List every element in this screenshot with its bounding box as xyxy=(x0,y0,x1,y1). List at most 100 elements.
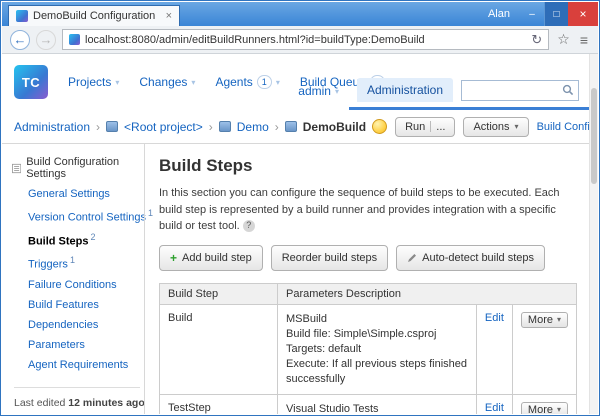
chevron-down-icon: ▾ xyxy=(557,405,561,414)
edit-link[interactable]: Edit xyxy=(485,312,504,324)
settings-tree-icon xyxy=(12,163,21,174)
chevron-down-icon: ▾ xyxy=(115,78,119,87)
teamcity-header: TC Projects ▾ Changes ▾ Agents 1 ▾ Build… xyxy=(2,54,589,110)
back-button[interactable]: ← xyxy=(10,30,30,50)
user-menu-link[interactable]: admin ▾ xyxy=(298,84,339,98)
section-description: In this section you can configure the se… xyxy=(159,185,577,235)
table-row: Build MSBuild Build file: Simple\Simple.… xyxy=(160,304,577,394)
header-right: admin ▾ Administration xyxy=(298,78,589,110)
actions-label: Actions xyxy=(473,121,509,133)
run-label: Run xyxy=(405,121,425,133)
url-box[interactable]: ↻ xyxy=(62,29,549,50)
chevron-down-icon: ▾ xyxy=(335,87,339,96)
nav-label: Projects xyxy=(68,75,111,89)
edit-link[interactable]: Edit xyxy=(485,402,504,414)
forward-button[interactable]: → xyxy=(36,30,56,50)
sidebar-item-triggers[interactable]: Triggers1 xyxy=(28,255,140,271)
nav-changes[interactable]: Changes ▾ xyxy=(139,75,195,89)
sidebar-title: Build Configuration Settings xyxy=(12,156,140,180)
window-titlebar[interactable]: DemoBuild Configuration × Alan – □ × xyxy=(2,2,598,26)
main-content: Build Steps In this section you can conf… xyxy=(144,144,589,414)
minimize-button[interactable]: – xyxy=(520,2,544,26)
search-input[interactable] xyxy=(466,84,562,96)
sidebar-item-general-settings[interactable]: General Settings xyxy=(28,188,140,200)
table-header-row: Build Step Parameters Description xyxy=(160,283,577,304)
hint-lightbulb-icon[interactable] xyxy=(372,119,387,134)
chevron-down-icon: ▾ xyxy=(191,78,195,87)
step-param-line: Visual Studio Tests xyxy=(286,402,468,415)
breadcrumb-actions: Run ... Actions ▾ Build Configuration Ho… xyxy=(372,117,589,137)
breadcrumb-administration[interactable]: Administration xyxy=(14,120,90,134)
tab-administration[interactable]: Administration xyxy=(357,78,453,102)
step-name: Build xyxy=(160,304,278,394)
step-param-line: Build file: Simple\Simple.csproj xyxy=(286,327,468,342)
sidebar-item-agent-requirements[interactable]: Agent Requirements xyxy=(28,359,140,371)
sidebar-item-dependencies[interactable]: Dependencies xyxy=(28,319,140,331)
build-config-home-link[interactable]: Build Configuration Home xyxy=(537,121,589,133)
breadcrumb-demobuild: DemoBuild xyxy=(303,120,366,134)
scrollbar-thumb[interactable] xyxy=(591,88,597,184)
search-icon xyxy=(562,84,574,96)
more-button[interactable]: More ▾ xyxy=(521,312,568,328)
button-divider xyxy=(430,121,431,132)
reorder-build-steps-button[interactable]: Reorder build steps xyxy=(271,245,388,271)
refresh-icon[interactable]: ↻ xyxy=(531,32,542,48)
nav-projects[interactable]: Projects ▾ xyxy=(68,75,119,89)
build-config-icon xyxy=(285,121,297,132)
nav-agents[interactable]: Agents 1 ▾ xyxy=(215,75,279,89)
nav-label: Changes xyxy=(139,75,187,89)
step-more-cell: More ▾ xyxy=(512,304,576,394)
step-parameters: MSBuild Build file: Simple\Simple.csproj… xyxy=(278,304,477,394)
sidebar-item-parameters[interactable]: Parameters xyxy=(28,339,140,351)
count-badge: 1 xyxy=(70,255,75,265)
breadcrumb-demo[interactable]: Demo xyxy=(237,120,269,134)
nav-label: Agents xyxy=(215,75,252,89)
last-edited-by: by admin xyxy=(14,413,57,414)
step-param-line: MSBuild xyxy=(286,312,468,327)
sidebar-item-build-features[interactable]: Build Features xyxy=(28,299,140,311)
sidebar-item-failure-conditions[interactable]: Failure Conditions xyxy=(28,279,140,291)
add-build-step-button[interactable]: + Add build step xyxy=(159,245,263,271)
browser-window: DemoBuild Configuration × Alan – □ × ← →… xyxy=(0,0,600,416)
sidebar-item-build-steps[interactable]: Build Steps2 xyxy=(28,232,140,248)
browser-addressbar: ← → ↻ ☆ ≡ xyxy=(2,26,598,54)
admin-tab-group: Administration xyxy=(349,78,589,110)
favorites-star-icon[interactable]: ☆ xyxy=(555,31,572,48)
auto-detect-build-steps-button[interactable]: Auto-detect build steps xyxy=(396,245,545,271)
project-icon xyxy=(219,121,231,132)
more-button[interactable]: More ▾ xyxy=(521,402,568,415)
settings-sidebar: Build Configuration Settings General Set… xyxy=(2,144,144,414)
site-favicon-icon xyxy=(69,34,80,45)
agents-count-badge: 1 xyxy=(257,75,272,89)
restore-button[interactable]: □ xyxy=(544,2,568,26)
tab-close-icon[interactable]: × xyxy=(166,10,172,22)
sidebar-item-version-control-settings[interactable]: Version Control Settings1 xyxy=(28,208,140,224)
view-history-link[interactable]: (view history) xyxy=(60,413,122,414)
chevron-down-icon: ▾ xyxy=(557,315,561,324)
column-header-parameters: Parameters Description xyxy=(278,283,577,304)
page-scrollbar[interactable] xyxy=(589,54,598,414)
step-edit-cell: Edit xyxy=(476,304,512,394)
column-header-build-step: Build Step xyxy=(160,283,278,304)
close-button[interactable]: × xyxy=(568,2,598,26)
teamcity-favicon-icon xyxy=(16,10,28,22)
url-input[interactable] xyxy=(85,34,526,46)
help-icon[interactable]: ? xyxy=(243,220,255,232)
run-button[interactable]: Run ... xyxy=(395,117,455,137)
breadcrumb-separator: › xyxy=(96,120,100,134)
chevron-down-icon: ▾ xyxy=(515,122,519,131)
page-body: Build Configuration Settings General Set… xyxy=(2,144,589,414)
pencil-icon xyxy=(407,253,417,263)
search-box[interactable] xyxy=(461,80,579,101)
breadcrumb-separator: › xyxy=(275,120,279,134)
teamcity-logo[interactable]: TC xyxy=(14,65,48,99)
breadcrumb-separator: › xyxy=(209,120,213,134)
run-options-icon[interactable]: ... xyxy=(436,121,445,133)
menu-icon[interactable]: ≡ xyxy=(578,32,590,48)
browser-tab[interactable]: DemoBuild Configuration × xyxy=(8,5,180,26)
count-badge: 2 xyxy=(91,232,96,242)
actions-button[interactable]: Actions ▾ xyxy=(463,117,528,137)
last-edited-time: 12 minutes ago xyxy=(68,397,144,409)
step-edit-cell: Edit xyxy=(476,394,512,414)
breadcrumb-root-project[interactable]: <Root project> xyxy=(124,120,203,134)
